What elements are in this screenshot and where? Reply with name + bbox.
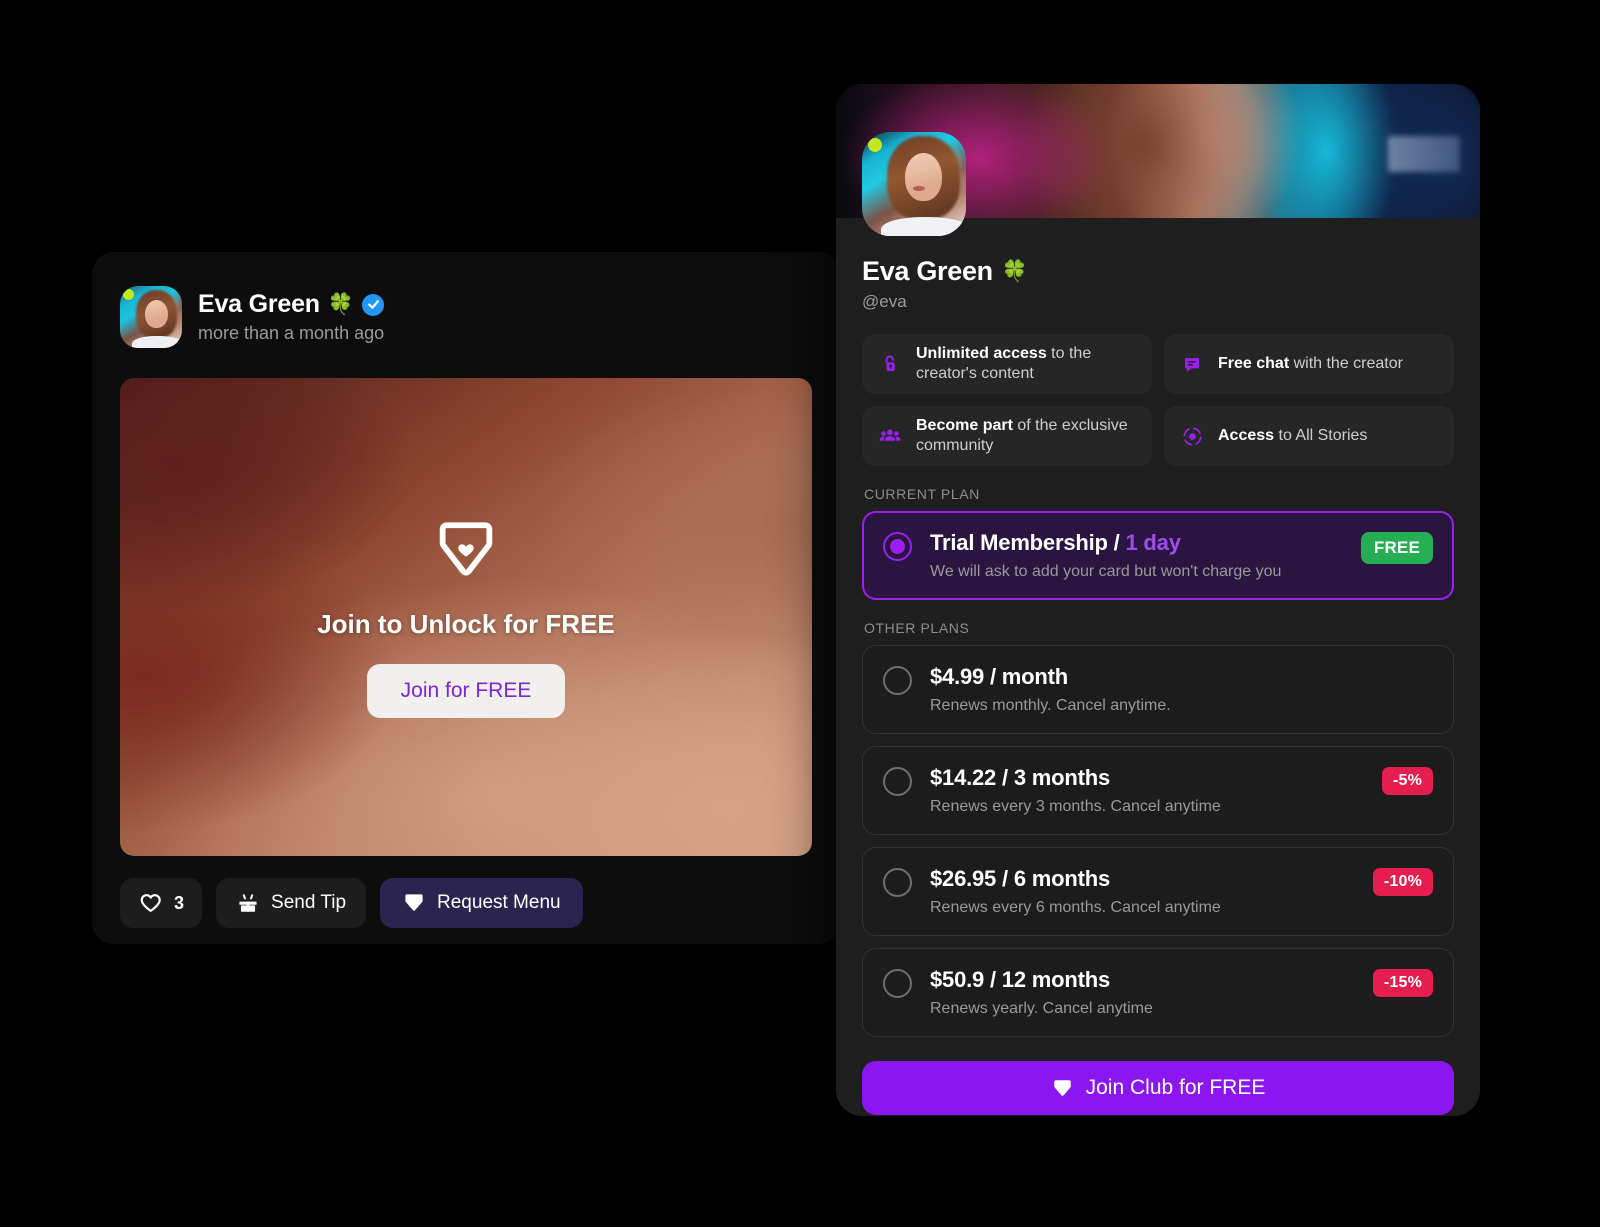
send-tip-label: Send Tip <box>271 892 347 913</box>
discount-badge: -10% <box>1372 868 1433 896</box>
radio-selected-icon[interactable] <box>883 532 912 561</box>
benefit-stories: Access to All Stories <box>1164 406 1454 466</box>
benefit-text: Become part of the exclusive community <box>916 416 1136 456</box>
people-icon <box>878 424 902 448</box>
benefit-rest: to All Stories <box>1274 427 1368 444</box>
like-button[interactable]: 3 <box>120 878 203 928</box>
gift-icon <box>239 894 257 912</box>
send-tip-button[interactable]: Send Tip <box>216 878 367 928</box>
plan-subtitle: We will ask to add your card but won't c… <box>930 563 1282 580</box>
benefit-strong: Unlimited access <box>916 345 1047 362</box>
plan-trial-membership[interactable]: Trial Membership / 1 day We will ask to … <box>862 511 1454 600</box>
creator-handle: @eva <box>862 292 907 311</box>
plan-3-months[interactable]: $14.22 / 3 months Renews every 3 months.… <box>862 746 1454 835</box>
join-for-free-button[interactable]: Join for FREE <box>366 663 566 718</box>
gem-icon <box>1053 1079 1071 1096</box>
creator-avatar-shirt <box>880 217 966 236</box>
plan-6-months[interactable]: $26.95 / 6 months Renews every 6 months.… <box>862 847 1454 936</box>
chat-icon <box>1180 352 1204 376</box>
request-menu-button[interactable]: Request Menu <box>380 878 583 928</box>
plan-title: $26.95 / 6 months <box>930 866 1111 891</box>
discount-badge: -15% <box>1372 969 1433 997</box>
plan-title: Trial Membership / 1 day <box>930 530 1343 556</box>
online-status-dot <box>123 289 134 300</box>
benefit-strong: Become part <box>916 417 1013 434</box>
screenshot-root: Eva Green 🍀 more than a month ago Join t… <box>0 0 1600 1227</box>
locked-title: Join to Unlock for FREE <box>317 608 615 639</box>
creator-name-row: Eva Green 🍀 <box>862 256 1454 287</box>
plan-main: $26.95 / 6 months Renews every 6 months.… <box>930 866 1355 917</box>
benefit-community: Become part of the exclusive community <box>862 406 1152 466</box>
post-timestamp: more than a month ago <box>198 323 385 343</box>
post-card: Eva Green 🍀 more than a month ago Join t… <box>92 252 840 944</box>
creator-avatar-face <box>904 152 943 201</box>
avatar-face <box>144 299 168 329</box>
radio-icon[interactable] <box>883 767 912 796</box>
benefit-free-chat: Free chat with the creator <box>1164 334 1454 394</box>
plan-monthly[interactable]: $4.99 / month Renews monthly. Cancel any… <box>862 645 1454 734</box>
radio-icon[interactable] <box>883 969 912 998</box>
plan-main: $4.99 / month Renews monthly. Cancel any… <box>930 664 1433 715</box>
plan-main: $14.22 / 3 months Renews every 3 months.… <box>930 765 1364 816</box>
status-badge-free: FREE <box>1360 532 1433 564</box>
banner-sign-blur <box>1388 136 1460 172</box>
benefit-rest: with the creator <box>1289 355 1403 372</box>
plan-subtitle: Renews monthly. Cancel anytime. <box>930 697 1171 714</box>
panel-body: Eva Green 🍀 @eva Unlimited access to the… <box>836 256 1480 1115</box>
discount-badge: -5% <box>1381 767 1433 795</box>
heart-icon <box>140 893 161 912</box>
locked-media-preview: Join to Unlock for FREE Join for FREE <box>120 378 812 856</box>
benefit-unlimited-access: Unlimited access to the creator's conten… <box>862 334 1152 394</box>
plan-title: $4.99 / month <box>930 664 1068 689</box>
benefit-text: Free chat with the creator <box>1218 354 1403 374</box>
avatar[interactable] <box>120 286 182 348</box>
plan-12-months[interactable]: $50.9 / 12 months Renews yearly. Cancel … <box>862 948 1454 1037</box>
radio-icon[interactable] <box>883 666 912 695</box>
like-count: 3 <box>174 892 185 913</box>
clover-icon: 🍀 <box>327 293 355 316</box>
join-club-label: Join Club for FREE <box>1085 1076 1266 1099</box>
benefit-text: Unlimited access to the creator's conten… <box>916 344 1136 384</box>
plan-main: $50.9 / 12 months Renews yearly. Cancel … <box>930 967 1355 1018</box>
stories-icon <box>1180 424 1204 448</box>
creator-clover-icon: 🍀 <box>1001 260 1029 283</box>
benefit-strong: Access <box>1218 427 1275 444</box>
avatar-shirt <box>132 335 182 348</box>
join-club-button[interactable]: Join Club for FREE <box>862 1061 1454 1115</box>
post-meta: Eva Green 🍀 more than a month ago <box>198 290 384 344</box>
plan-main: Trial Membership / 1 day We will ask to … <box>930 530 1343 581</box>
verified-icon <box>362 293 385 316</box>
creator-avatar[interactable] <box>862 132 966 236</box>
plan-title-text: Trial Membership / <box>930 530 1126 555</box>
benefit-strong: Free chat <box>1218 355 1290 372</box>
gem-heart-icon <box>439 521 493 575</box>
plan-title: $14.22 / 3 months <box>930 765 1111 790</box>
post-actions-bar: 3 Send Tip Request Menu <box>120 878 812 928</box>
post-header: Eva Green 🍀 more than a month ago <box>120 284 812 350</box>
unlock-icon <box>878 352 902 376</box>
creator-name: Eva Green <box>862 256 993 286</box>
benefit-text: Access to All Stories <box>1218 426 1367 446</box>
plan-title-accent: 1 day <box>1125 530 1181 555</box>
plan-subtitle: Renews every 6 months. Cancel anytime <box>930 899 1221 916</box>
plan-subtitle: Renews every 3 months. Cancel anytime <box>930 798 1221 815</box>
plan-title: $50.9 / 12 months <box>930 967 1111 992</box>
gem-icon <box>405 894 423 911</box>
current-plan-label: CURRENT PLAN <box>864 486 980 502</box>
other-plans-label: OTHER PLANS <box>864 620 970 636</box>
creator-online-dot <box>868 138 882 152</box>
plan-subtitle: Renews yearly. Cancel anytime <box>930 1000 1153 1017</box>
request-menu-label: Request Menu <box>437 892 561 913</box>
benefits-grid: Unlimited access to the creator's conten… <box>862 334 1454 466</box>
subscription-panel: Eva Green 🍀 @eva Unlimited access to the… <box>836 84 1480 1116</box>
radio-icon[interactable] <box>883 868 912 897</box>
post-author-row: Eva Green 🍀 <box>198 290 385 319</box>
post-author-name[interactable]: Eva Green <box>198 290 320 319</box>
